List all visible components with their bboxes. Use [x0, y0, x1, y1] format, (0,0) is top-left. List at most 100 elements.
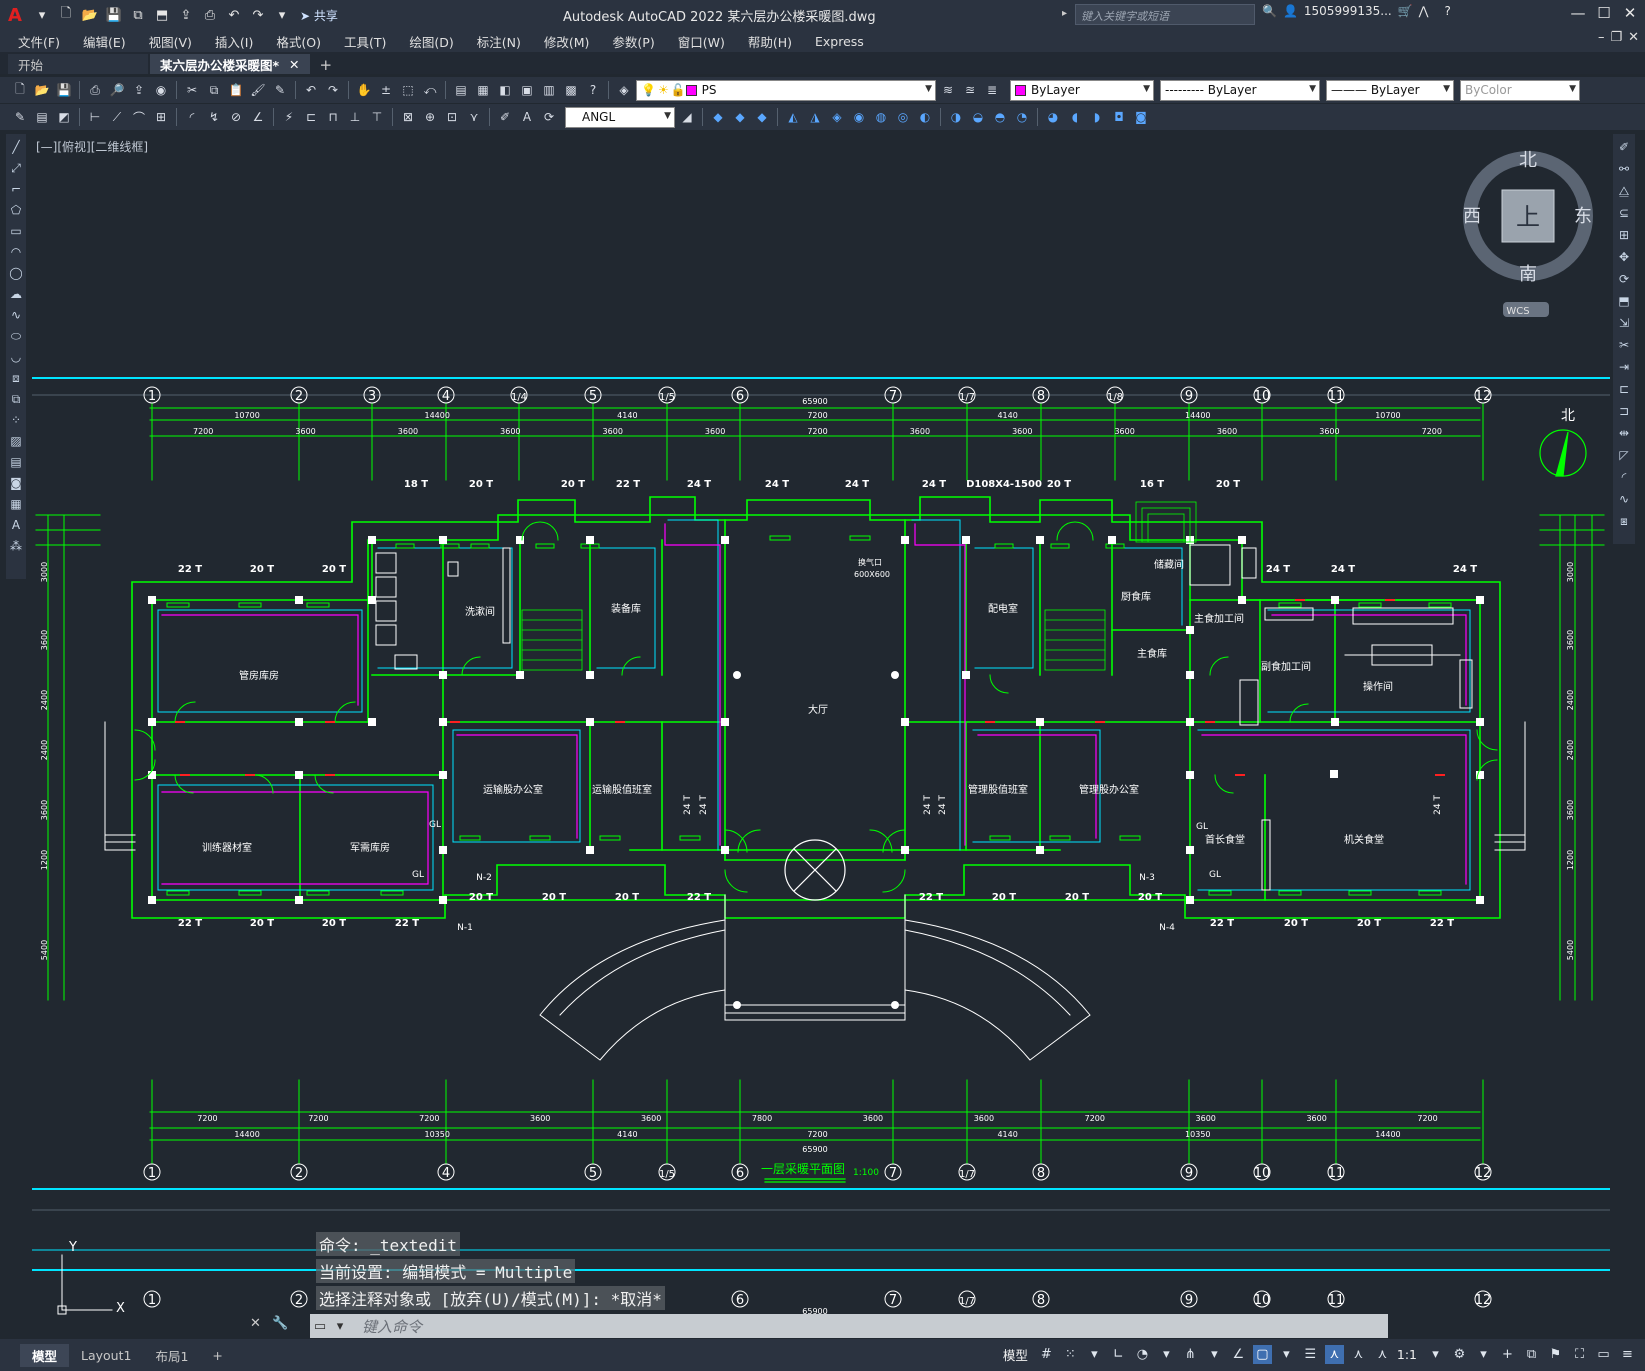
autodesk-a360-icon[interactable]: ⋀ [1419, 4, 1429, 18]
command-input[interactable]: 键入命令 [362, 1316, 422, 1337]
isolate-objects-icon[interactable]: ⛶ [1570, 1345, 1589, 1364]
help-icon[interactable]: ? [1445, 4, 1451, 18]
layer-states-icon[interactable]: ≣ [982, 80, 1002, 100]
arc-icon[interactable]: ◠ [8, 243, 25, 261]
wedge-icon[interactable]: ◆ [730, 107, 750, 127]
menu-dimension[interactable]: 标注(N) [477, 32, 521, 51]
plot-preview-icon[interactable]: 🔎 [107, 80, 127, 100]
insert-block-icon[interactable]: ⧈ [8, 369, 25, 387]
publish-dwf-icon[interactable]: ⇪ [129, 80, 149, 100]
extrude-icon[interactable]: ◭ [783, 107, 803, 127]
lineweight-dropdown[interactable]: ——— ByLayer ▼ [1326, 79, 1454, 101]
ellipse-arc-icon[interactable]: ◡ [8, 348, 25, 366]
revolve-icon[interactable]: ◉ [849, 107, 869, 127]
rotate-3d-icon[interactable]: ◖ [1065, 107, 1085, 127]
layer-properties-icon[interactable]: ◈ [614, 80, 634, 100]
inspection-icon[interactable]: ⊡ [442, 107, 462, 127]
array-3d-icon[interactable]: ◘ [1109, 107, 1129, 127]
chevron-down-icon[interactable]: ▾ [1085, 1345, 1104, 1364]
layer-previous-icon[interactable]: ≊ [960, 80, 980, 100]
customize-icon[interactable]: ≡ [1618, 1345, 1637, 1364]
zoom-previous-icon[interactable]: ⤺ [420, 80, 440, 100]
recent-commands-icon[interactable]: ▭ [310, 1319, 330, 1334]
mirror-icon[interactable]: ⧋ [1616, 182, 1633, 200]
3d-print-icon[interactable]: ◉ [151, 80, 171, 100]
extend-icon[interactable]: ⇥ [1616, 358, 1633, 376]
menu-view[interactable]: 视图(V) [149, 32, 192, 51]
grid-icon[interactable]: # [1037, 1345, 1056, 1364]
dimension-text-edit-icon[interactable]: A [517, 107, 537, 127]
erase-icon[interactable]: ✐ [1616, 138, 1633, 156]
dimstyle-dropdown[interactable]: ANGL ▼ [565, 106, 675, 128]
line-icon[interactable]: ╱ [8, 138, 25, 156]
web-icon[interactable]: ⬒ [152, 5, 172, 25]
sweep-icon[interactable]: ◈ [827, 107, 847, 127]
close-command-line-icon[interactable]: ✕ [250, 1316, 261, 1331]
linear-dimension-icon[interactable]: ⊢ [85, 107, 105, 127]
calculator-icon[interactable]: ▩ [561, 80, 581, 100]
units-icon[interactable]: ⧉ [1522, 1345, 1541, 1364]
table-icon[interactable]: ▦ [8, 495, 25, 513]
ortho-icon[interactable]: ∟ [1109, 1345, 1128, 1364]
paste-icon[interactable]: 📋 [226, 80, 246, 100]
undo-icon[interactable]: ↶ [224, 5, 244, 25]
dimension-space-icon[interactable]: ⊥ [345, 107, 365, 127]
style-icon[interactable]: ▤ [32, 107, 52, 127]
gear-icon[interactable]: ⚙ [1450, 1345, 1469, 1364]
explode-icon[interactable]: ⧆ [1616, 512, 1633, 530]
save-file-icon[interactable]: 💾 [54, 80, 74, 100]
blend-curves-icon[interactable]: ∿ [1616, 490, 1633, 508]
workspace-icon[interactable]: ✎ [10, 107, 30, 127]
model-space-button[interactable]: 模型 [1003, 1345, 1028, 1364]
share-button[interactable]: ➤ 共享 [300, 7, 338, 24]
save-icon[interactable]: 💾 [104, 5, 124, 25]
interfere-icon[interactable]: ◔ [1012, 107, 1032, 127]
hatch-icon[interactable]: ▨ [8, 432, 25, 450]
search-icon[interactable]: 🔍 [1262, 4, 1277, 18]
spline-icon[interactable]: ∿ [8, 306, 25, 324]
doc-close-icon[interactable]: ✕ [1628, 30, 1639, 45]
diameter-icon[interactable]: ⊘ [226, 107, 246, 127]
menu-draw[interactable]: 绘图(D) [409, 32, 453, 51]
doc-minimize-icon[interactable]: – [1598, 30, 1605, 45]
plotstyle-dropdown[interactable]: ByColor ▼ [1460, 79, 1580, 101]
cut-icon[interactable]: ✂ [182, 80, 202, 100]
close-tab-icon[interactable]: ✕ [289, 57, 299, 72]
drawing-canvas[interactable]: 上 北 南 东 西 WCS 北 65900 65900 65900 10700 1… [32, 134, 1610, 1334]
break-at-point-icon[interactable]: ⊏ [1616, 380, 1633, 398]
fillet-icon[interactable]: ◜ [1616, 468, 1633, 486]
move-icon[interactable]: ✥ [1616, 248, 1633, 266]
ellipse-icon[interactable]: ⬭ [8, 327, 25, 345]
make-current-layer-icon[interactable]: ≋ [938, 80, 958, 100]
design-center-icon[interactable]: ▦ [473, 80, 493, 100]
menu-edit[interactable]: 编辑(E) [83, 32, 126, 51]
construction-line-icon[interactable]: ⤢ [8, 159, 25, 177]
menu-file[interactable]: 文件(F) [18, 32, 60, 51]
redo-tool-icon[interactable]: ↷ [323, 80, 343, 100]
pan-icon[interactable]: ✋ [354, 80, 374, 100]
sheet-set-icon[interactable]: ▣ [517, 80, 537, 100]
object-snap-icon[interactable]: ▢ [1252, 1345, 1272, 1364]
viewcube-south[interactable]: 南 [1519, 264, 1537, 285]
open-icon[interactable]: 📂 [80, 5, 100, 25]
linetype-dropdown[interactable]: --------- ByLayer ▼ [1160, 79, 1320, 101]
customize-command-line-icon[interactable]: 🔧 [272, 1316, 288, 1331]
break-icon[interactable]: ⊐ [1616, 402, 1633, 420]
snap-icon[interactable]: ⁙ [1061, 1345, 1080, 1364]
search-expand-icon[interactable]: ▸ [1062, 8, 1067, 19]
quick-dimension-icon[interactable]: ⚡ [279, 107, 299, 127]
tolerance-icon[interactable]: ⊠ [398, 107, 418, 127]
open-file-icon[interactable]: 📂 [32, 80, 52, 100]
jogged-icon[interactable]: ↯ [204, 107, 224, 127]
menu-tools[interactable]: 工具(T) [344, 32, 386, 51]
chevron-down-icon[interactable]: ▾ [330, 1319, 350, 1334]
slice-icon[interactable]: ◒ [968, 107, 988, 127]
jogged-linear-icon[interactable]: ⋎ [464, 107, 484, 127]
chevron-down-icon[interactable]: ▾ [1426, 1345, 1445, 1364]
maximize-window-icon[interactable]: ☐ [1591, 4, 1617, 22]
menu-insert[interactable]: 插入(I) [215, 32, 253, 51]
angular-icon[interactable]: ∠ [248, 107, 268, 127]
aligned-dimension-icon[interactable]: ⟋ [107, 107, 127, 127]
block-editor-icon[interactable]: ✎ [270, 80, 290, 100]
annotation-monitor-icon[interactable]: + [1498, 1345, 1517, 1364]
